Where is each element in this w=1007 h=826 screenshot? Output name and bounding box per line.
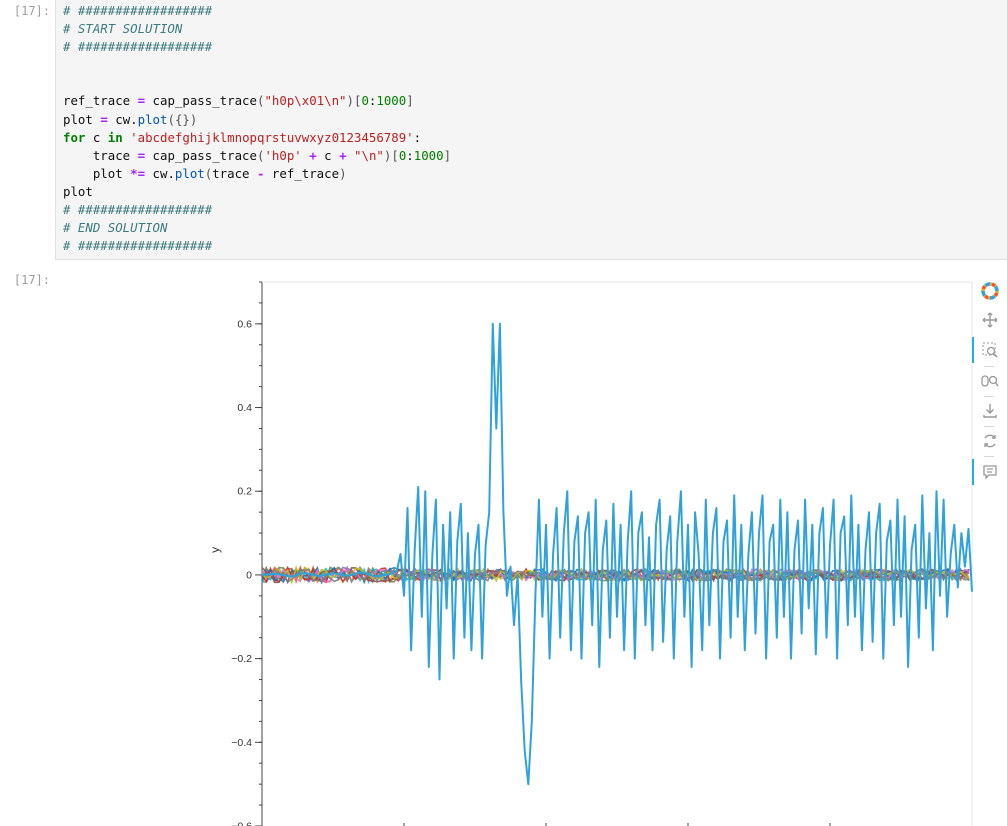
code-cell-input[interactable]: # ################## # START SOLUTION # … — [55, 0, 1007, 260]
code-line: ref_trace = cap_pass_trace("h0p\x01\n")[… — [63, 93, 414, 109]
code-line: # ################## — [63, 202, 213, 218]
y-tick-label: −0.6 — [231, 821, 252, 826]
trace-difference-line — [261, 322, 973, 786]
y-tick-label: 0 — [246, 569, 252, 581]
code-line: # ################## — [63, 3, 213, 18]
box-zoom-icon[interactable] — [972, 337, 1007, 363]
pan-icon[interactable] — [972, 307, 1007, 333]
wheel-zoom-icon[interactable] — [972, 368, 1007, 394]
line-chart[interactable]: 0.6 0.4 0.2 0 −0.2 −0.4 −0.6 y — [205, 278, 975, 826]
reset-icon[interactable] — [972, 428, 1007, 454]
code-line: # START SOLUTION — [63, 21, 183, 37]
save-icon[interactable] — [972, 398, 1007, 424]
code-line: # ################## — [63, 238, 213, 254]
plot-toolbar — [972, 278, 1007, 498]
code-line: trace = cap_pass_trace('h0p' + c + "\n")… — [63, 147, 452, 163]
y-axis-label: y — [208, 547, 222, 553]
code-line: # ################## — [63, 39, 213, 55]
code-line: # END SOLUTION — [63, 220, 168, 236]
y-tick-label: −0.2 — [231, 653, 252, 665]
code-editor[interactable]: # ################## # START SOLUTION # … — [56, 0, 1007, 255]
code-line: plot — [63, 183, 93, 199]
code-line: for c in 'abcdefghijklmnopqrstuvwxyz0123… — [63, 129, 422, 145]
y-tick-label: −0.4 — [231, 737, 252, 749]
code-line: plot = cw.plot({}) — [63, 111, 198, 127]
input-prompt: [17]: — [13, 4, 50, 18]
code-line: plot *= cw.plot(trace - ref_trace) — [63, 165, 347, 181]
bokeh-logo-icon[interactable] — [972, 278, 1007, 304]
y-tick-label: 0.6 — [237, 318, 252, 330]
hover-icon[interactable] — [972, 459, 1007, 485]
y-tick-label: 0.2 — [237, 486, 252, 498]
y-tick-label: 0.4 — [237, 402, 252, 414]
output-prompt: [17]: — [13, 273, 50, 287]
plot-output[interactable]: 0.6 0.4 0.2 0 −0.2 −0.4 −0.6 y — [205, 278, 975, 826]
